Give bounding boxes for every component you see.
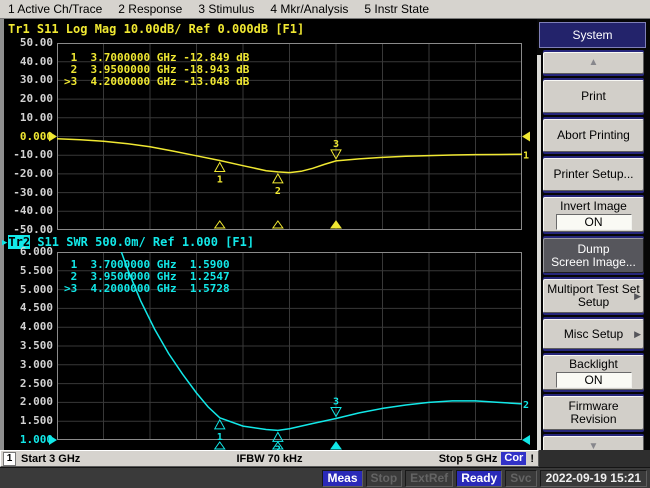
trace1-format-text: S11 Log Mag 10.00dB/ Ref 0.000dB [F1] — [29, 22, 305, 36]
svg-text:1: 1 — [217, 175, 223, 186]
alert-indicator: ! — [530, 452, 534, 465]
y-tick-label: 4.500 — [19, 301, 53, 315]
menu-item-4-mkr-analysis[interactable]: 4 Mkr/Analysis — [270, 2, 348, 16]
status-badge-svc: Svc — [505, 469, 537, 487]
svg-text:3: 3 — [333, 139, 339, 150]
status-badge-ready: Ready — [456, 469, 503, 487]
status-badge-meas: Meas — [322, 469, 363, 487]
print-button[interactable]: Print — [543, 80, 644, 113]
toggle-state: ON — [555, 213, 632, 230]
status-bar: Meas Stop ExtRef Ready Svc 2022-09-19 15:21 — [0, 467, 650, 488]
y-tick-label: 0.000 — [19, 129, 53, 143]
svg-text:2: 2 — [275, 186, 281, 197]
menu-item-1-active-ch-trace[interactable]: 1 Active Ch/Trace — [8, 2, 102, 16]
y-tick-label: 10.00 — [19, 110, 53, 124]
invert-image-toggle[interactable]: Invert Image ON — [543, 197, 644, 232]
trace1-marker-readout: 1 3.7000000 GHz -12.849 dB 2 3.9500000 G… — [64, 51, 250, 88]
y-tick-label: 5.500 — [19, 263, 53, 277]
y-tick-label: 2.000 — [19, 395, 53, 409]
trace1-label: Tr1 — [8, 22, 30, 36]
sidebar-scroll-strip — [537, 55, 541, 457]
softkey-menu-title: System — [539, 22, 646, 48]
svg-text:3: 3 — [333, 396, 339, 407]
y-tick-label: 3.000 — [19, 357, 53, 371]
y-tick-label: 6.000 — [19, 245, 53, 258]
submenu-arrow-icon: ▶ — [634, 329, 641, 339]
submenu-arrow-icon: ▶ — [634, 291, 641, 301]
trace2-marker-readout: 1 3.7000000 GHz 1.5900 2 3.9500000 GHz 1… — [64, 258, 230, 295]
misc-setup-button[interactable]: Misc Setup ▶ — [543, 319, 644, 349]
vna-screen: 1 Active Ch/Trace 2 Response 3 Stimulus 4 M… — [0, 0, 650, 488]
y-tick-label: 20.00 — [19, 92, 53, 106]
y-tick-label: 1.500 — [19, 414, 53, 428]
stop-frequency-label: Stop 5 GHz — [438, 452, 498, 465]
y-tick-label: 1.000 — [19, 433, 53, 446]
y-tick-label: 5.000 — [19, 282, 53, 296]
softkey-label: Revision — [570, 412, 617, 426]
dump-screen-image-button[interactable]: Dump Screen Image... — [543, 238, 644, 273]
scroll-up-button[interactable]: ▲ — [543, 52, 644, 74]
abort-printing-button[interactable]: Abort Printing — [543, 119, 644, 152]
softkey-label: Dump — [577, 241, 610, 256]
svg-text:2: 2 — [523, 400, 529, 411]
menu-bar: 1 Active Ch/Trace 2 Response 3 Stimulus 4 M… — [0, 0, 650, 19]
softkey-label: Print — [581, 89, 606, 103]
y-tick-label: -30.00 — [13, 185, 53, 199]
trace2-format-text: S11 SWR 500.0m/ Ref 1.000 [F1] — [30, 235, 255, 249]
y-tick-label: 4.000 — [19, 320, 53, 334]
status-badge-extref: ExtRef — [405, 469, 454, 487]
stimulus-bar: 1 Start 3 GHz IFBW 70 kHz Stop 5 GHz Cor… — [0, 450, 539, 467]
y-tick-label: -20.00 — [13, 166, 53, 180]
backlight-toggle[interactable]: Backlight ON — [543, 355, 644, 390]
trace1-header[interactable]: Tr1 S11 Log Mag 10.00dB/ Ref 0.000dB [F1… — [8, 22, 304, 36]
y-tick-label: 2.500 — [19, 376, 53, 390]
firmware-revision-button[interactable]: Firmware Revision — [543, 396, 644, 430]
menu-item-5-instr-state[interactable]: 5 Instr State — [364, 2, 429, 16]
softkey-label: Setup — [577, 295, 610, 309]
toggle-state: ON — [555, 371, 632, 388]
y-tick-label: -10.00 — [13, 148, 53, 162]
multiport-test-set-setup-button[interactable]: Multiport Test Set Setup ▶ — [543, 279, 644, 313]
y-tick-label: 50.00 — [19, 36, 53, 49]
y-tick-label: 30.00 — [19, 73, 53, 87]
menu-item-3-stimulus[interactable]: 3 Stimulus — [198, 2, 254, 16]
y-tick-label: 3.500 — [19, 339, 53, 352]
softkey-label: Screen Image... — [551, 254, 636, 269]
svg-text:1: 1 — [523, 150, 529, 161]
softkey-sidebar: System ▲ Print Abort Printing Printer Setup.… — [537, 19, 650, 458]
softkey-label: Misc Setup — [563, 326, 624, 341]
correction-badge: Cor — [501, 452, 527, 465]
softkey-label: Invert Image — [560, 198, 627, 213]
y-tick-label: 40.00 — [19, 54, 53, 68]
statusbar-corner — [539, 450, 650, 467]
clock-timestamp: 2022-09-19 15:21 — [539, 469, 647, 487]
y-tick-label: -40.00 — [13, 204, 53, 218]
softkey-label: Backlight — [569, 356, 618, 371]
menu-item-2-response[interactable]: 2 Response — [118, 2, 182, 16]
softkey-label: Printer Setup... — [553, 167, 634, 181]
status-badge-stop: Stop — [365, 469, 403, 487]
softkey-label: Abort Printing — [557, 128, 630, 142]
printer-setup-button[interactable]: Printer Setup... — [543, 158, 644, 191]
chevron-up-icon: ▲ — [588, 57, 599, 68]
